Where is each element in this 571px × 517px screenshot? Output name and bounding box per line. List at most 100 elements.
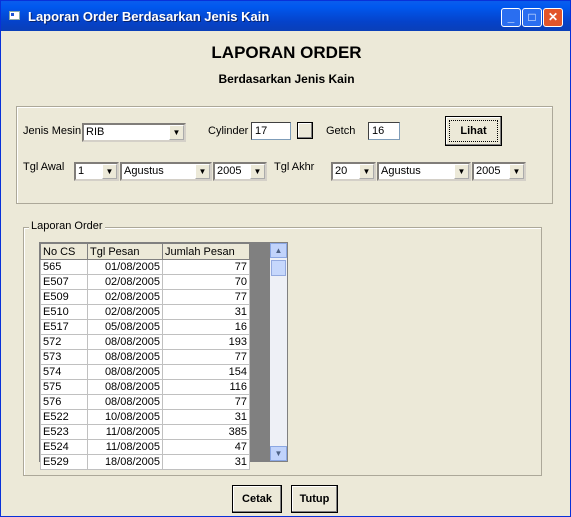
cell-tgl-pesan[interactable]: 02/08/2005 xyxy=(87,304,163,320)
vertical-scrollbar[interactable]: ▲ ▼ xyxy=(270,243,287,461)
table-row[interactable]: 565 01/08/2005 77 xyxy=(40,259,250,275)
cell-no-cs[interactable]: 575 xyxy=(40,379,88,395)
cell-jumlah-pesan[interactable]: 154 xyxy=(162,364,250,380)
cell-jumlah-pesan[interactable]: 31 xyxy=(162,304,250,320)
cell-jumlah-pesan[interactable]: 16 xyxy=(162,319,250,335)
report-window: Laporan Order Berdasarkan Jenis Kain _ □… xyxy=(0,0,571,517)
cylinder-input[interactable]: 17 xyxy=(251,122,291,140)
table-row[interactable]: 573 08/08/2005 77 xyxy=(40,349,250,365)
column-header-jumlah-pesan[interactable]: Jumlah Pesan xyxy=(162,243,250,260)
tutup-button[interactable]: Tutup xyxy=(291,485,338,513)
dropdown-arrow-icon[interactable]: ▼ xyxy=(250,164,265,179)
cell-jumlah-pesan[interactable]: 31 xyxy=(162,454,250,470)
cell-jumlah-pesan[interactable]: 47 xyxy=(162,439,250,455)
close-button[interactable]: ✕ xyxy=(543,8,563,27)
table-row[interactable]: 574 08/08/2005 154 xyxy=(40,364,250,380)
cell-jumlah-pesan[interactable]: 70 xyxy=(162,274,250,290)
table-row[interactable]: E523 11/08/2005 385 xyxy=(40,424,250,440)
cylinder-label: Cylinder xyxy=(208,125,249,137)
tgl-awal-label: Tgl Awal xyxy=(23,161,65,173)
table-row[interactable]: E517 05/08/2005 16 xyxy=(40,319,250,335)
cell-no-cs[interactable]: E524 xyxy=(40,439,88,455)
cell-tgl-pesan[interactable]: 02/08/2005 xyxy=(87,289,163,305)
dropdown-arrow-icon[interactable]: ▼ xyxy=(102,164,117,179)
cell-jumlah-pesan[interactable]: 77 xyxy=(162,289,250,305)
cell-no-cs[interactable]: 572 xyxy=(40,334,88,350)
cell-jumlah-pesan[interactable]: 77 xyxy=(162,349,250,365)
cell-no-cs[interactable]: E529 xyxy=(40,454,88,470)
dropdown-arrow-icon[interactable]: ▼ xyxy=(169,125,184,140)
table-row[interactable]: E524 11/08/2005 47 xyxy=(40,439,250,455)
cell-tgl-pesan[interactable]: 08/08/2005 xyxy=(87,334,163,350)
cell-tgl-pesan[interactable]: 08/08/2005 xyxy=(87,349,163,365)
cell-jumlah-pesan[interactable]: 77 xyxy=(162,259,250,275)
cell-tgl-pesan[interactable]: 11/08/2005 xyxy=(87,439,163,455)
dropdown-arrow-icon[interactable]: ▼ xyxy=(359,164,374,179)
window-title: Laporan Order Berdasarkan Jenis Kain xyxy=(28,9,270,24)
jenis-mesin-value: RIB xyxy=(86,126,105,138)
lihat-button[interactable]: Lihat xyxy=(445,116,502,146)
cell-no-cs[interactable]: 576 xyxy=(40,394,88,410)
tgl-akhir-day-select[interactable]: 20 ▼ xyxy=(331,162,376,181)
dropdown-arrow-icon[interactable]: ▼ xyxy=(509,164,524,179)
column-header-tgl-pesan[interactable]: Tgl Pesan xyxy=(87,243,163,260)
cell-tgl-pesan[interactable]: 11/08/2005 xyxy=(87,424,163,440)
tgl-awal-month-value: Agustus xyxy=(124,165,164,177)
table-row[interactable]: 576 08/08/2005 77 xyxy=(40,394,250,410)
cell-jumlah-pesan[interactable]: 116 xyxy=(162,379,250,395)
cell-tgl-pesan[interactable]: 08/08/2005 xyxy=(87,379,163,395)
table-row[interactable]: 572 08/08/2005 193 xyxy=(40,334,250,350)
cell-no-cs[interactable]: E522 xyxy=(40,409,88,425)
tgl-akhir-month-select[interactable]: Agustus ▼ xyxy=(377,162,471,181)
cell-tgl-pesan[interactable]: 05/08/2005 xyxy=(87,319,163,335)
table-row[interactable]: 575 08/08/2005 116 xyxy=(40,379,250,395)
order-grid[interactable]: No CS Tgl Pesan Jumlah Pesan 565 01/08/20… xyxy=(39,242,288,470)
cylinder-button[interactable] xyxy=(297,122,313,139)
cell-jumlah-pesan[interactable]: 193 xyxy=(162,334,250,350)
cell-no-cs[interactable]: E523 xyxy=(40,424,88,440)
maximize-button[interactable]: □ xyxy=(522,8,542,27)
getch-label: Getch xyxy=(326,125,356,137)
cetak-button[interactable]: Cetak xyxy=(232,485,282,513)
cell-no-cs[interactable]: E510 xyxy=(40,304,88,320)
tgl-akhir-day-value: 20 xyxy=(335,165,348,177)
cell-jumlah-pesan[interactable]: 31 xyxy=(162,409,250,425)
cell-tgl-pesan[interactable]: 18/08/2005 xyxy=(87,454,163,470)
column-header-no-cs[interactable]: No CS xyxy=(40,243,88,260)
title-bar[interactable]: Laporan Order Berdasarkan Jenis Kain _ □… xyxy=(1,1,570,31)
cell-no-cs[interactable]: 565 xyxy=(40,259,88,275)
tgl-awal-day-select[interactable]: 1 ▼ xyxy=(74,162,119,181)
cell-no-cs[interactable]: E509 xyxy=(40,289,88,305)
scroll-down-icon[interactable]: ▼ xyxy=(270,446,287,461)
report-title: LAPORAN ORDER xyxy=(211,43,362,62)
cell-tgl-pesan[interactable]: 01/08/2005 xyxy=(87,259,163,275)
dropdown-arrow-icon[interactable]: ▼ xyxy=(454,164,469,179)
cell-no-cs[interactable]: E517 xyxy=(40,319,88,335)
dropdown-arrow-icon[interactable]: ▼ xyxy=(195,164,210,179)
scroll-thumb[interactable] xyxy=(271,260,286,276)
cell-no-cs[interactable]: 573 xyxy=(40,349,88,365)
scroll-up-icon[interactable]: ▲ xyxy=(270,243,287,258)
jenis-mesin-label: Jenis Mesin xyxy=(23,125,82,137)
order-table: No CS Tgl Pesan Jumlah Pesan 565 01/08/20… xyxy=(40,243,250,470)
tgl-awal-month-select[interactable]: Agustus ▼ xyxy=(120,162,212,181)
table-row[interactable]: E522 10/08/2005 31 xyxy=(40,409,250,425)
cell-tgl-pesan[interactable]: 02/08/2005 xyxy=(87,274,163,290)
cell-jumlah-pesan[interactable]: 385 xyxy=(162,424,250,440)
jenis-mesin-select[interactable]: RIB ▼ xyxy=(82,123,186,142)
tgl-akhir-year-select[interactable]: 2005 ▼ xyxy=(472,162,526,181)
table-row[interactable]: E507 02/08/2005 70 xyxy=(40,274,250,290)
table-row[interactable]: E509 02/08/2005 77 xyxy=(40,289,250,305)
cell-tgl-pesan[interactable]: 08/08/2005 xyxy=(87,364,163,380)
table-row[interactable]: E529 18/08/2005 31 xyxy=(40,454,250,470)
cell-no-cs[interactable]: 574 xyxy=(40,364,88,380)
tgl-awal-year-select[interactable]: 2005 ▼ xyxy=(213,162,267,181)
minimize-button[interactable]: _ xyxy=(501,8,521,27)
cell-jumlah-pesan[interactable]: 77 xyxy=(162,394,250,410)
table-row[interactable]: E510 02/08/2005 31 xyxy=(40,304,250,320)
tgl-akhir-label: Tgl Akhr xyxy=(274,161,315,173)
cell-tgl-pesan[interactable]: 08/08/2005 xyxy=(87,394,163,410)
cell-tgl-pesan[interactable]: 10/08/2005 xyxy=(87,409,163,425)
cell-no-cs[interactable]: E507 xyxy=(40,274,88,290)
getch-input[interactable]: 16 xyxy=(368,122,400,140)
